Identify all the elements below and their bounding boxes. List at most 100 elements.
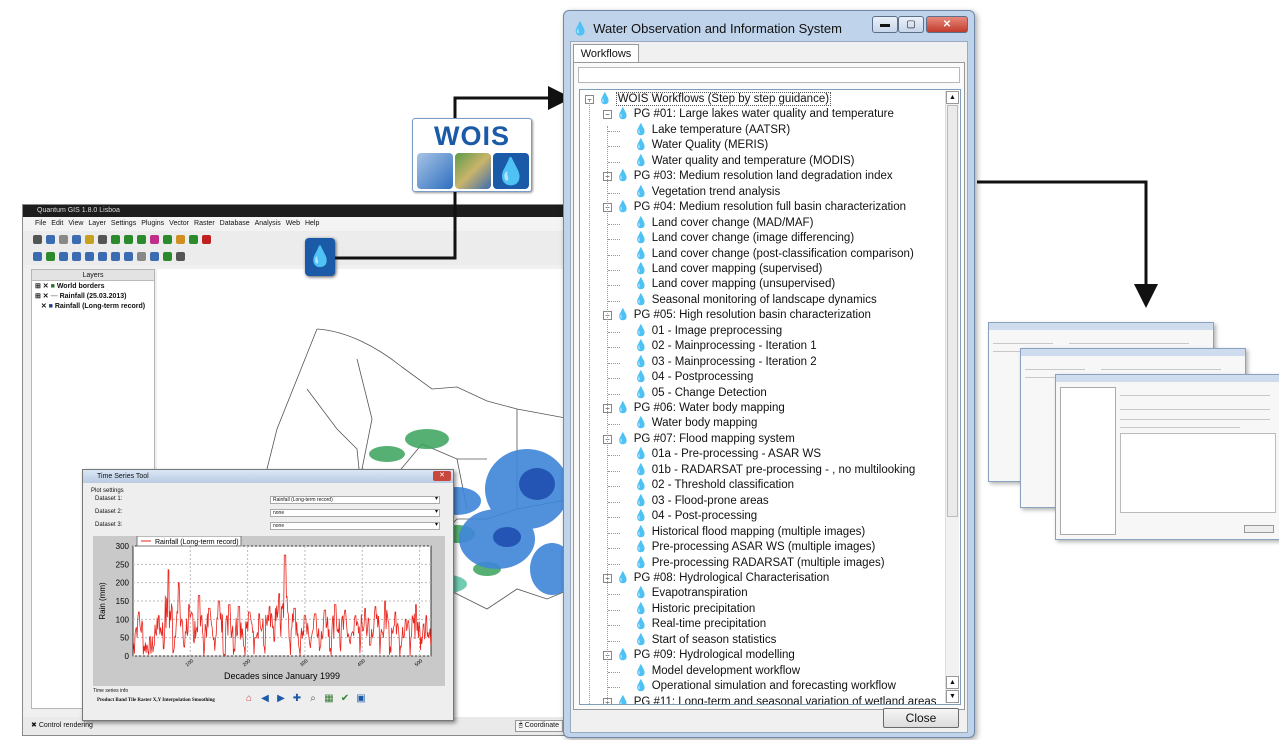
tree-workflow-item[interactable]: 💧 04 - Post-processing (634, 509, 757, 524)
home-icon[interactable]: ⌂ (243, 692, 255, 706)
tab-workflows[interactable]: Workflows (573, 44, 639, 63)
wois-drop-icon: 💧 (634, 602, 648, 615)
wois-drop-icon: 💧 (616, 649, 630, 662)
tree-workflow-item[interactable]: 💧 Evapotranspiration (634, 586, 748, 601)
configure-icon[interactable]: ▦ (323, 692, 335, 706)
wois-drop-icon: 💧 (616, 402, 630, 414)
y-axis-label: Rain (mm) (98, 582, 107, 620)
dataset-2-row: Dataset 2: none (95, 509, 443, 518)
wois-drop-icon: 💧 (572, 21, 589, 36)
x-axis-label: Decades since January 1999 (224, 671, 340, 681)
tree-workflow-item[interactable]: 💧 01a - Pre-processing - ASAR WS (634, 447, 821, 462)
tree-workflow-item[interactable]: 💧 Historical flood mapping (multiple imag… (634, 525, 865, 540)
tree-workflow-item[interactable]: 💧 Pre-processing ASAR WS (multiple images… (634, 540, 875, 555)
tree-group[interactable]: 💧 PG #07: Flood mapping system (616, 432, 795, 447)
tree-node-label: Water quality and temperature (MODIS) (651, 154, 855, 167)
tree-group[interactable]: 💧 PG #04: Medium resolution full basin ch… (616, 200, 906, 215)
tree-node-label: 03 - Flood-prone areas (651, 494, 769, 507)
forward-icon[interactable]: ▶ (275, 692, 287, 706)
tree-workflow-item[interactable]: 💧 Land cover change (image differencing) (634, 231, 854, 246)
tree-node-label: PG #08: Hydrological Characterisation (633, 571, 830, 584)
tree-workflow-item[interactable]: 💧 Seasonal monitoring of landscape dynami… (634, 293, 877, 308)
scroll-down-icon[interactable]: ▼ (946, 690, 959, 703)
scroll-up-icon[interactable]: ▲ (946, 676, 959, 689)
dataset-1-select[interactable]: Rainfall (Long-term record) (270, 496, 440, 504)
tree-workflow-item[interactable]: 💧 Historic precipitation (634, 602, 755, 617)
wois-drop-icon: 💧 (634, 139, 648, 152)
wois-drop-icon: 💧 (634, 556, 648, 569)
minimize-button[interactable]: ▬ (872, 16, 898, 33)
wois-drop-icon: 💧 (634, 262, 648, 275)
tree-node-label: Pre-processing ASAR WS (multiple images) (651, 541, 876, 554)
tree-workflow-item[interactable]: 💧 03 - Flood-prone areas (634, 494, 769, 509)
tree-workflow-item[interactable]: 💧 Pre-processing RADARSAT (multiple image… (634, 556, 885, 571)
tree-node-label: Lake temperature (AATSR) (651, 123, 791, 136)
wois-drop-icon: 💧 (634, 541, 648, 554)
wois-drop-icon: 💧 (634, 232, 648, 245)
tree-group[interactable]: 💧 PG #11: Long-term and seasonal variatio… (616, 695, 937, 704)
maximize-button[interactable]: ▢ (898, 16, 924, 33)
tree-node-label: PG #04: Medium resolution full basin cha… (633, 201, 907, 214)
tree-workflow-item[interactable]: 💧 05 - Change Detection (634, 386, 767, 401)
tree-group[interactable]: 💧 PG #05: High resolution basin character… (616, 308, 871, 323)
tree-expander-icon[interactable]: − (603, 110, 612, 120)
tree-workflow-item[interactable]: 💧 Land cover mapping (supervised) (634, 262, 822, 277)
arrow-logo-to-dialog (453, 86, 572, 118)
tree-workflow-item[interactable]: 💧 01b - RADARSAT pre-processing - , no mu… (634, 463, 915, 478)
pan-icon[interactable]: ✚ (291, 692, 303, 706)
tree-workflow-item[interactable]: 💧 Land cover mapping (unsupervised) (634, 277, 835, 292)
wois-drop-icon: 💧 (616, 432, 630, 445)
tree-node-label: Model development workflow (651, 664, 800, 677)
check-icon[interactable]: ✔ (339, 692, 351, 706)
tree-workflow-item[interactable]: 💧 Start of season statistics (634, 633, 776, 648)
close-icon[interactable]: ✕ (433, 471, 451, 481)
save-icon[interactable]: ▣ (355, 692, 367, 706)
y-tick-label: 250 (116, 560, 130, 569)
tree-workflow-item[interactable]: 💧 Model development workflow (634, 664, 800, 679)
scroll-thumb[interactable] (947, 105, 958, 517)
tree-workflow-item[interactable]: 💧 04 - Postprocessing (634, 370, 753, 385)
workflows-pane: 💧 WOIS Workflows (Step by step guidance) −… (573, 62, 965, 710)
tree-node-label: Water body mapping (651, 417, 758, 430)
tree-group[interactable]: 💧 PG #06: Water body mapping (616, 401, 785, 416)
wois-drop-icon: 💧 (634, 371, 648, 384)
tree-workflow-item[interactable]: 💧 Real-time precipitation (634, 617, 766, 632)
tree-scrollbar[interactable]: ▲ ▲ ▼ (945, 91, 959, 703)
workflow-window-3 (1055, 374, 1279, 540)
close-icon[interactable]: ✕ (926, 16, 968, 33)
workflow-tree[interactable]: 💧 WOIS Workflows (Step by step guidance) −… (579, 89, 961, 705)
tree-group[interactable]: 💧 PG #03: Medium resolution land degradat… (616, 169, 893, 184)
tree-workflow-item[interactable]: 💧 Operational simulation and forecasting … (634, 679, 896, 694)
tree-workflow-item[interactable]: 💧 Land cover change (post-classification … (634, 247, 914, 262)
tree-workflow-item[interactable]: 💧 Water Quality (MERIS) (634, 138, 768, 153)
tree-workflow-item[interactable]: 💧 02 - Mainprocessing - Iteration 1 (634, 339, 817, 354)
zoom-icon[interactable]: ⌕ (307, 692, 319, 706)
dataset-3-select[interactable]: none (270, 522, 440, 530)
tree-node-label: WOIS Workflows (Step by step guidance) (615, 92, 832, 106)
back-icon[interactable]: ◀ (259, 692, 271, 706)
tree-workflow-item[interactable]: 💧 Water body mapping (634, 416, 757, 431)
tree-workflow-item[interactable]: 💧 Vegetation trend analysis (634, 185, 780, 200)
dataset-2-select[interactable]: none (270, 509, 440, 517)
tree-workflow-item[interactable]: 💧 Land cover change (MAD/MAF) (634, 216, 813, 231)
wois-drop-icon: 💧 (634, 278, 648, 291)
tree-node-label: Seasonal monitoring of landscape dynamic… (651, 293, 877, 306)
tree-group[interactable]: 💧 PG #09: Hydrological modelling (616, 648, 795, 663)
tree-workflow-item[interactable]: 💧 Lake temperature (AATSR) (634, 123, 790, 138)
tree-workflow-item[interactable]: 💧 Water quality and temperature (MODIS) (634, 154, 855, 169)
close-button[interactable]: Close (883, 708, 959, 728)
tree-group[interactable]: 💧 PG #08: Hydrological Characterisation (616, 571, 829, 586)
tree-node-label: Operational simulation and forecasting w… (651, 680, 896, 693)
wois-drop-icon: 💧 (634, 185, 648, 198)
wois-drop-icon: 💧 (634, 633, 648, 646)
tree-workflow-item[interactable]: 💧 03 - Mainprocessing - Iteration 2 (634, 355, 817, 370)
tree-workflow-item[interactable]: 💧 02 - Threshold classification (634, 478, 794, 493)
tree-node-label: 05 - Change Detection (651, 386, 767, 399)
tree-workflow-item[interactable]: 💧 01 - Image preprocessing (634, 324, 782, 339)
tree-root[interactable]: 💧 WOIS Workflows (Step by step guidance) (598, 92, 832, 107)
scroll-up-icon[interactable]: ▲ (946, 91, 959, 104)
y-tick-label: 300 (116, 542, 130, 551)
wois-drop-icon: 💧 (634, 680, 648, 693)
dataset-3-label: Dataset 3: (95, 522, 123, 528)
tree-group[interactable]: 💧 PG #01: Large lakes water quality and t… (616, 107, 894, 122)
